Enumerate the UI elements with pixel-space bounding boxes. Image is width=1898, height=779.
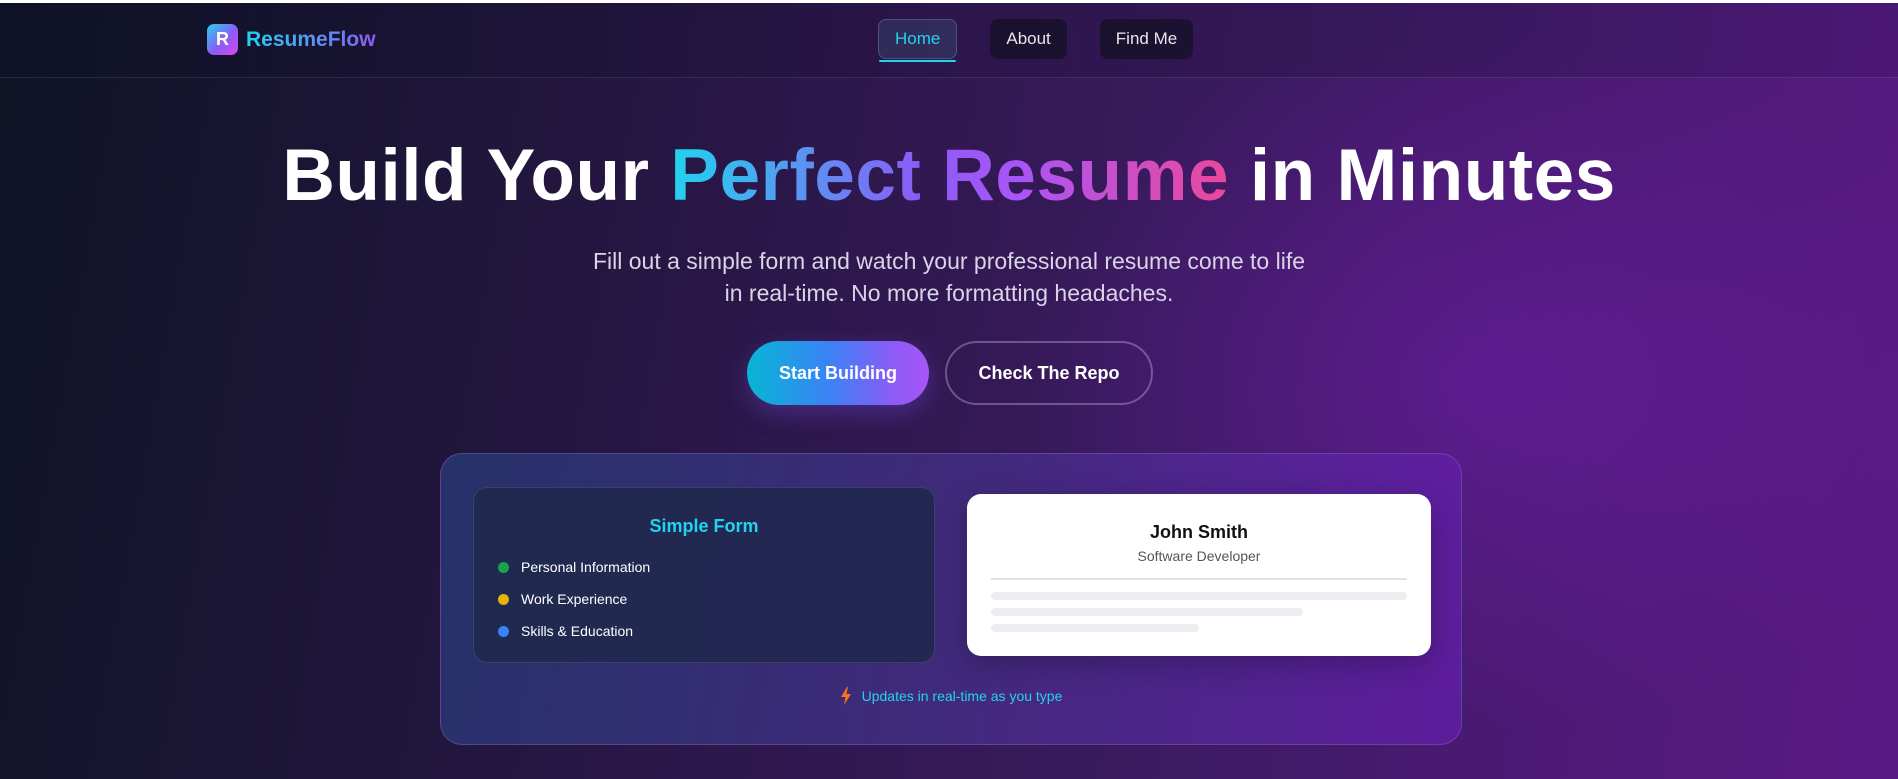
nav-item-find-me[interactable]: Find Me [1099,19,1194,59]
nav-item-home[interactable]: Home [878,19,958,62]
preview-placeholder-line [991,624,1199,632]
preview-role: Software Developer [1137,548,1261,564]
brand-name: ResumeFlow [246,27,376,51]
nav-item-about[interactable]: About [990,19,1067,59]
form-item-label: Skills & Education [521,623,634,639]
hero-title-end: in Minutes [1229,135,1616,216]
hero-subtitle: Fill out a simple form and watch your pr… [549,245,1349,309]
status-dot-yellow [498,593,509,605]
nav-menu: Home About Find Me [878,19,1194,62]
form-item-skills-education: Skills & Education [498,623,633,639]
hero-subtitle-line2: in real-time. No more formatting headach… [724,280,1174,306]
status-dot-green [498,561,509,573]
preview-divider [991,578,1407,580]
form-card-title: Simple Form [649,516,759,536]
preview-placeholder-line [991,608,1303,616]
lightning-bolt-icon [840,687,851,705]
logo-icon: R [207,24,238,55]
form-item-label: Personal Information [521,559,651,575]
form-item-personal-info: Personal Information [498,559,650,575]
form-item-work-experience: Work Experience [498,591,627,607]
hero-title-highlight: Perfect Resume [670,135,1230,216]
realtime-note: Updates in real-time as you type [441,687,1461,705]
start-building-button[interactable]: Start Building [747,341,929,405]
form-item-label: Work Experience [521,591,628,607]
realtime-note-text: Updates in real-time as you type [861,688,1063,704]
check-repo-button[interactable]: Check The Repo [945,341,1153,405]
hero-title-start: Build Your [282,135,671,216]
preview-placeholder-line [991,592,1407,600]
status-dot-blue [498,625,509,637]
brand-logo[interactable]: R ResumeFlow [207,24,376,55]
demo-preview-panel: Simple Form Personal Information Work Ex… [440,453,1462,745]
hero-subtitle-line1: Fill out a simple form and watch your pr… [592,248,1306,274]
simple-form-card: Simple Form Personal Information Work Ex… [473,487,935,663]
navbar: R ResumeFlow Home About Find Me [0,3,1898,78]
resume-preview-card: John Smith Software Developer [967,494,1431,656]
hero-title: Build Your Perfect Resume in Minutes [0,134,1898,218]
preview-name: John Smith [1150,522,1248,542]
